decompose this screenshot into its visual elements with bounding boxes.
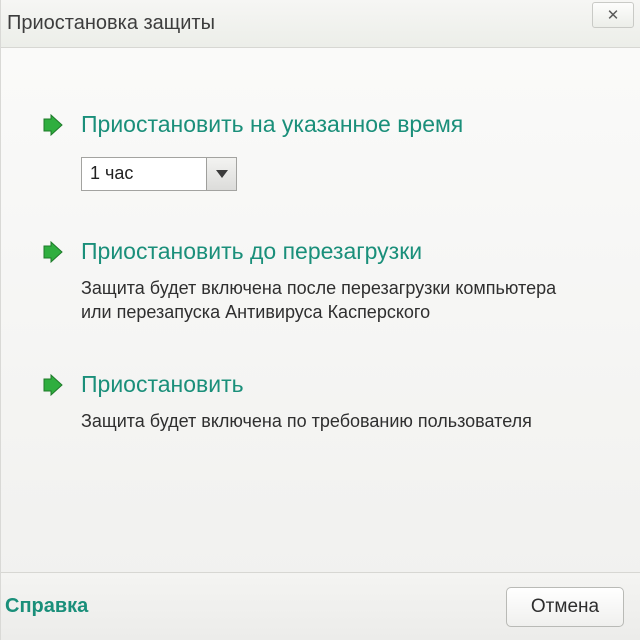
arrow-right-icon [41,241,63,324]
option-description: Защита будет включена по требованию поль… [81,409,561,433]
arrow-right-icon [41,114,63,191]
option-pause-until-restart-link[interactable]: Приостановить до перезагрузки [81,237,600,266]
close-button[interactable]: ✕ [592,2,634,28]
dialog-window: Приостановка защиты ✕ Приостановить на у… [0,0,640,640]
close-icon: ✕ [607,8,620,23]
cancel-button[interactable]: Отмена [506,587,624,627]
option-pause-until-restart: Приостановить до перезагрузки Защита буд… [41,237,600,324]
titlebar: Приостановка защиты ✕ [1,0,640,48]
option-body: Приостановить Защита будет включена по т… [81,370,600,433]
option-body: Приостановить до перезагрузки Защита буд… [81,237,600,324]
dropdown-button[interactable] [206,158,236,190]
chevron-down-icon [216,170,228,178]
arrow-right-icon [41,374,63,433]
option-pause-manual-link[interactable]: Приостановить [81,370,600,399]
help-link[interactable]: Справка [5,595,88,618]
option-pause-timed: Приостановить на указанное время 1 час [41,110,600,191]
footer: Справка Отмена [1,572,640,640]
option-pause-manual: Приостановить Защита будет включена по т… [41,370,600,433]
window-title: Приостановка защиты [7,12,215,35]
option-body: Приостановить на указанное время 1 час [81,110,600,191]
option-description: Защита будет включена после перезагрузки… [81,276,561,325]
duration-dropdown[interactable]: 1 час [81,157,237,191]
option-pause-timed-link[interactable]: Приостановить на указанное время [81,110,600,139]
content-area: Приостановить на указанное время 1 час [1,48,640,572]
duration-value: 1 час [82,158,206,190]
